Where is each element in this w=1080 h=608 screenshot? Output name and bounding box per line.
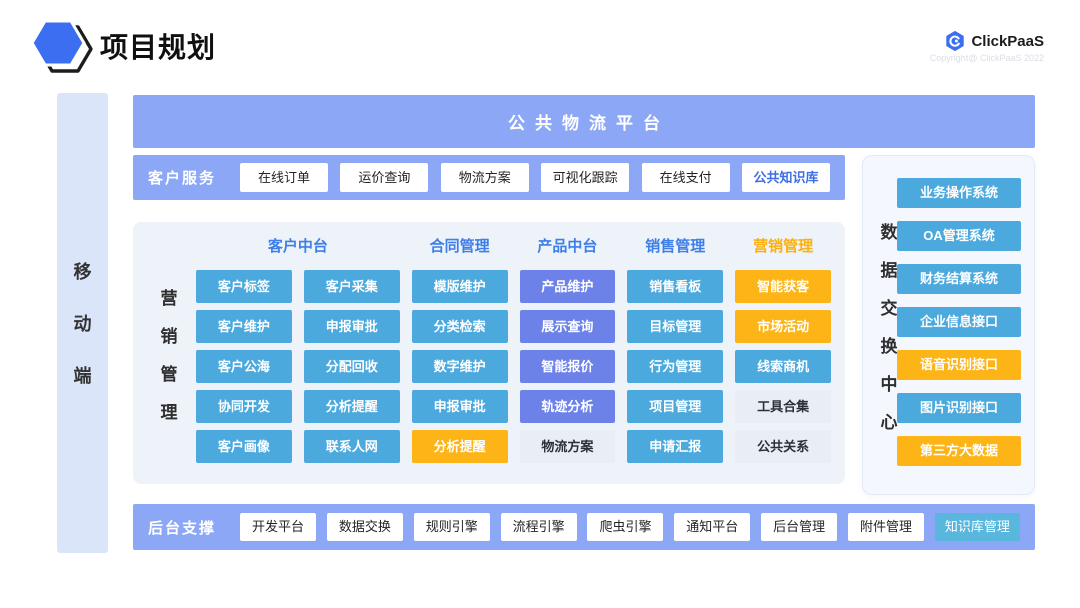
vertical-label-char: 动 (74, 310, 92, 336)
platform-banner-label: 公共物流平台 (498, 109, 670, 134)
backend-button[interactable]: 规则引擎 (414, 513, 490, 541)
matrix-cell[interactable]: 产品维护 (520, 270, 616, 303)
matrix-cell[interactable]: 智能获客 (735, 270, 831, 303)
matrix-cell[interactable]: 协同开发 (196, 390, 292, 423)
data-exchange-item[interactable]: 语音识别接口 (897, 350, 1021, 380)
matrix-cell[interactable]: 数字维护 (412, 350, 508, 383)
matrix-cell[interactable]: 模版维护 (412, 270, 508, 303)
backend-button[interactable]: 开发平台 (240, 513, 316, 541)
matrix-cell[interactable]: 市场活动 (735, 310, 831, 343)
brand-name: ClickPaaS (971, 33, 1044, 50)
column-header: 产品中台 (520, 235, 616, 256)
mobile-terminal-bar: 移动端 (57, 93, 108, 553)
page: 项目规划 ClickPaaS Copyright@ ClickPaaS 2022… (0, 0, 1080, 608)
vertical-label-char: 端 (74, 362, 92, 388)
vertical-label-char: 管 (161, 360, 178, 385)
matrix-cell[interactable]: 分配回收 (304, 350, 400, 383)
backend-button[interactable]: 数据交换 (327, 513, 403, 541)
marketing-management-label: 营销管理 (157, 222, 181, 484)
matrix-cell[interactable]: 申报审批 (412, 390, 508, 423)
matrix-cell[interactable]: 轨迹分析 (520, 390, 616, 423)
data-exchange-item[interactable]: OA管理系统 (897, 221, 1021, 251)
page-title: 项目规划 (100, 26, 216, 66)
matrix-cell[interactable]: 客户公海 (196, 350, 292, 383)
matrix-cell[interactable]: 申报审批 (304, 310, 400, 343)
vertical-label-char: 理 (161, 398, 178, 423)
data-exchange-panel: 数据交换中心 业务操作系统 OA管理系统财务结算系统企业信息接口语音识别接口图片识… (862, 155, 1035, 495)
matrix-cell[interactable]: 线索商机 (735, 350, 831, 383)
matrix-cell[interactable]: 联系人网 (304, 430, 400, 463)
matrix-grid: 客户标签客户采集模版维护产品维护销售看板智能获客客户维护申报审批分类检索展示查询… (196, 270, 831, 463)
backend-button[interactable]: 附件管理 (848, 513, 924, 541)
marketing-matrix-panel: 客户中台合同管理产品中台销售管理营销管理 营销管理 客户标签客户采集模版维护产品… (133, 222, 845, 484)
data-exchange-item[interactable]: 第三方大数据 (897, 436, 1021, 466)
vertical-label-char: 据 (881, 256, 898, 281)
data-exchange-item[interactable]: 企业信息接口 (897, 307, 1021, 337)
matrix-cell[interactable]: 分析提醒 (412, 430, 508, 463)
matrix-cell[interactable]: 项目管理 (627, 390, 723, 423)
vertical-label-char: 中 (881, 370, 898, 395)
backend-button[interactable]: 知识库管理 (935, 513, 1020, 541)
service-button[interactable]: 公共知识库 (742, 163, 830, 192)
vertical-label-char: 移 (74, 258, 92, 284)
matrix-cell[interactable]: 分类检索 (412, 310, 508, 343)
matrix-column-headers: 客户中台合同管理产品中台销售管理营销管理 (196, 235, 831, 256)
brand: ClickPaaS Copyright@ ClickPaaS 2022 (930, 30, 1044, 63)
service-button[interactable]: 在线订单 (240, 163, 328, 192)
backend-button[interactable]: 爬虫引擎 (587, 513, 663, 541)
vertical-label-char: 换 (881, 332, 898, 357)
matrix-cell[interactable]: 智能报价 (520, 350, 616, 383)
matrix-cell[interactable]: 客户标签 (196, 270, 292, 303)
backend-support-row: 后台支撑 开发平台数据交换规则引擎流程引擎爬虫引擎通知平台后台管理附件管理知识库… (133, 504, 1035, 550)
data-exchange-item[interactable]: 财务结算系统 (897, 264, 1021, 294)
backend-button[interactable]: 通知平台 (674, 513, 750, 541)
vertical-label-char: 心 (881, 408, 898, 433)
column-header: 合同管理 (412, 235, 508, 256)
service-button[interactable]: 物流方案 (441, 163, 529, 192)
matrix-cell[interactable]: 分析提醒 (304, 390, 400, 423)
backend-buttons: 开发平台数据交换规则引擎流程引擎爬虫引擎通知平台后台管理附件管理知识库管理 (240, 513, 1020, 541)
customer-service-row: 客户服务 在线订单运价查询物流方案可视化跟踪在线支付公共知识库 (133, 155, 845, 200)
column-header: 销售管理 (627, 235, 723, 256)
matrix-cell[interactable]: 目标管理 (627, 310, 723, 343)
matrix-cell[interactable]: 客户采集 (304, 270, 400, 303)
vertical-label-char: 交 (881, 294, 898, 319)
backend-button[interactable]: 后台管理 (761, 513, 837, 541)
matrix-cell[interactable]: 展示查询 (520, 310, 616, 343)
vertical-label-char: 营 (161, 284, 178, 309)
data-exchange-items: 业务操作系统 OA管理系统财务结算系统企业信息接口语音识别接口图片识别接口第三方大… (897, 178, 1021, 466)
matrix-cell[interactable]: 行为管理 (627, 350, 723, 383)
column-header: 营销管理 (735, 235, 831, 256)
matrix-cell[interactable]: 客户维护 (196, 310, 292, 343)
hexagon-logo-icon (31, 14, 97, 82)
service-button[interactable]: 在线支付 (642, 163, 730, 192)
matrix-cell[interactable]: 工具合集 (735, 390, 831, 423)
matrix-cell[interactable]: 客户画像 (196, 430, 292, 463)
clickpaas-logo-icon (944, 30, 966, 52)
brand-copyright: Copyright@ ClickPaaS 2022 (930, 53, 1044, 63)
matrix-cell[interactable]: 公共关系 (735, 430, 831, 463)
vertical-label-char: 销 (161, 322, 178, 347)
service-button[interactable]: 运价查询 (340, 163, 428, 192)
vertical-label-char: 数 (881, 218, 898, 243)
customer-service-label: 客户服务 (148, 167, 216, 188)
platform-banner: 公共物流平台 (133, 95, 1035, 148)
matrix-cell[interactable]: 申请汇报 (627, 430, 723, 463)
customer-service-buttons: 在线订单运价查询物流方案可视化跟踪在线支付公共知识库 (240, 163, 830, 192)
column-header: 客户中台 (196, 235, 400, 256)
data-exchange-item[interactable]: 图片识别接口 (897, 393, 1021, 423)
data-exchange-item[interactable]: 业务操作系统 (897, 178, 1021, 208)
matrix-cell[interactable]: 销售看板 (627, 270, 723, 303)
service-button[interactable]: 可视化跟踪 (541, 163, 629, 192)
backend-support-label: 后台支撑 (148, 517, 216, 538)
matrix-cell[interactable]: 物流方案 (520, 430, 616, 463)
backend-button[interactable]: 流程引擎 (501, 513, 577, 541)
